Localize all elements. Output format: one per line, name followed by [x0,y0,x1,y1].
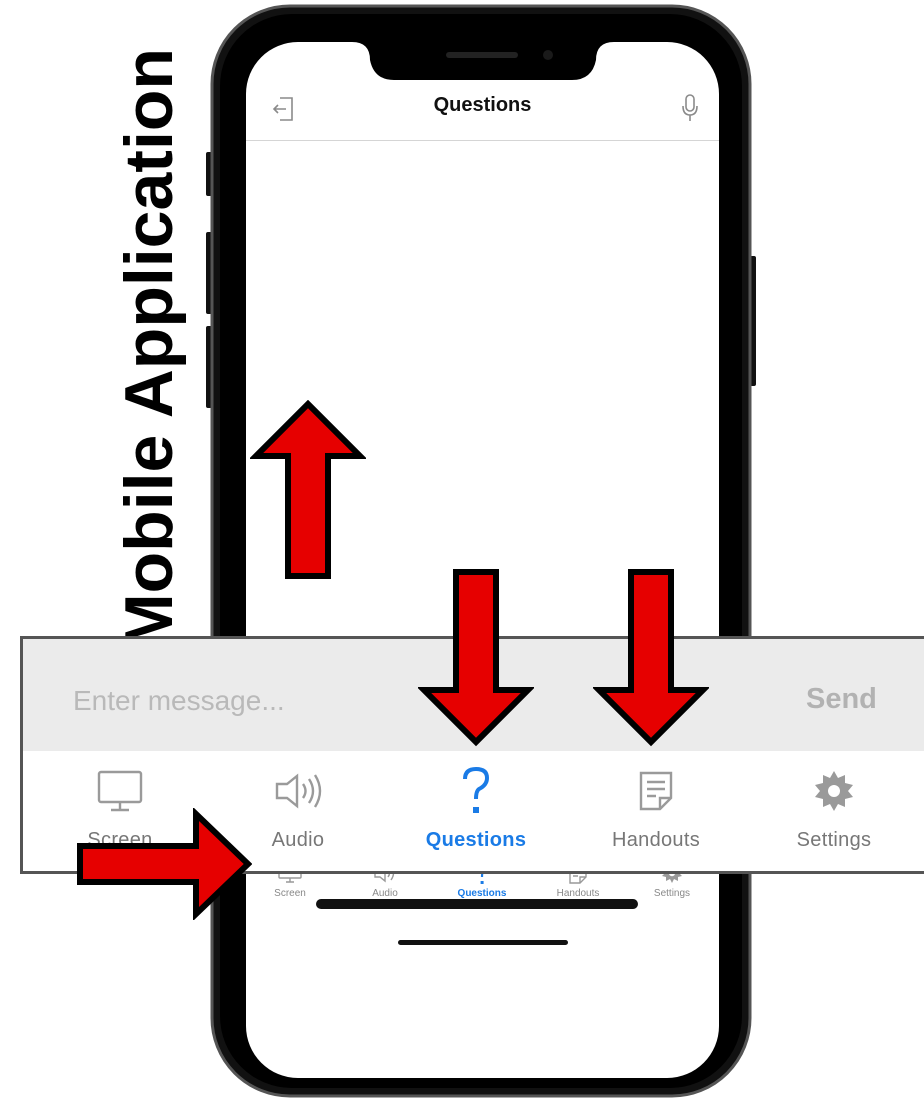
tab-label: Handouts [611,829,700,851]
tab-label: Questions [457,888,507,899]
arrow-down-to-handouts-tab [593,569,709,747]
tab-label: Audio [372,888,398,899]
tab-label: Settings [653,888,691,899]
tab-label: Screen [274,888,306,899]
gear-icon [815,771,853,811]
monitor-icon [97,770,143,812]
arrow-down-to-questions-tab [418,569,534,747]
arrow-right-to-message-input [77,808,252,920]
document-icon [639,771,673,811]
side-title: Mobile Application [108,10,188,650]
arrow-up-to-message-area [250,400,366,579]
zoomed-tab-questions[interactable]: Questions [391,767,561,852]
microphone-icon[interactable] [681,94,699,122]
side-title-text: Mobile Application [111,48,187,650]
home-indicator[interactable] [398,940,568,945]
zoomed-tab-settings[interactable]: Settings [749,767,919,852]
zoomed-tab-handouts[interactable]: Handouts [571,767,741,852]
zoomed-message-input[interactable]: Enter message... [73,685,285,717]
tab-label: Settings [796,829,872,851]
zoomed-home-indicator [316,899,638,909]
page-title: Questions [433,94,532,116]
speaker-icon [275,773,322,809]
question-mark-icon [463,767,490,813]
tab-label: Questions [425,829,527,851]
notch [352,42,614,80]
tab-label: Handouts [556,888,600,899]
zoomed-send-button[interactable]: Send [806,683,877,716]
